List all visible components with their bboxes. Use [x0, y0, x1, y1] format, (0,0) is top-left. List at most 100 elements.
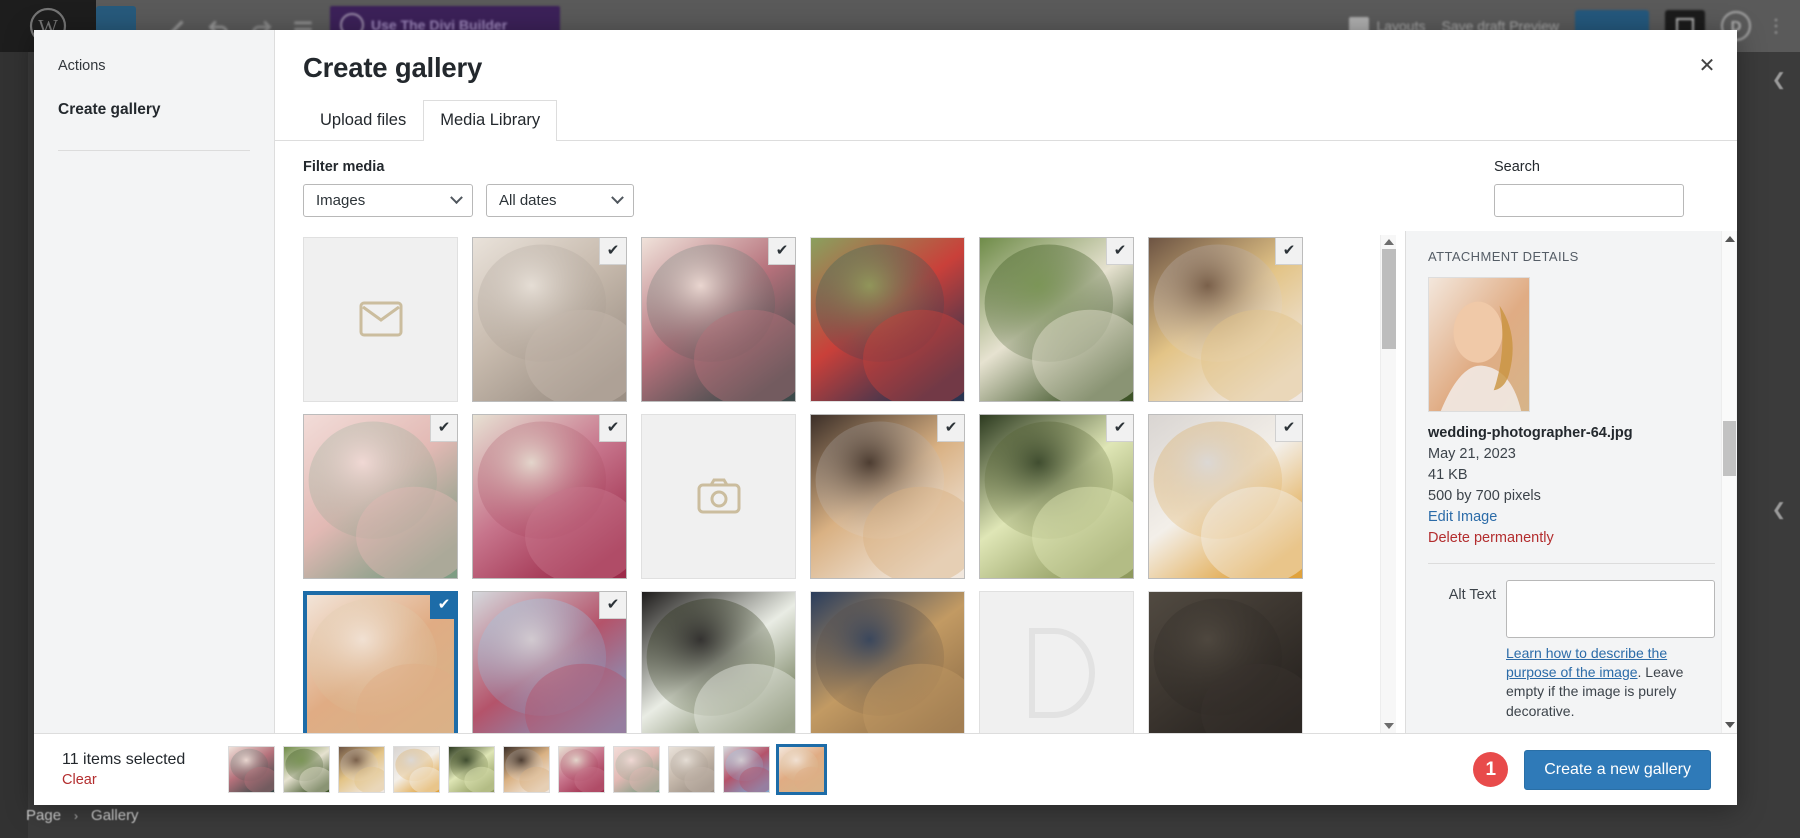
attachment-details-heading: ATTACHMENT DETAILS — [1428, 249, 1715, 264]
media-thumbnail — [642, 592, 795, 733]
expand-right-icon[interactable]: ❮ — [1772, 500, 1786, 520]
scroll-up-arrow-icon[interactable] — [1725, 236, 1735, 242]
page-title: Create gallery — [303, 52, 1709, 84]
attachment-filename: wedding-photographer-64.jpg — [1428, 423, 1715, 444]
alt-text-field[interactable] — [1506, 580, 1715, 638]
divi-logo-icon — [980, 592, 1133, 733]
media-item-red-bouquet[interactable] — [810, 237, 965, 402]
media-item-hands-bouquet[interactable] — [641, 591, 796, 733]
selection-thumb-wedding-cake[interactable] — [393, 746, 440, 793]
media-item-couple-portrait[interactable]: ✔ — [1148, 237, 1303, 402]
tab-upload-files[interactable]: Upload files — [303, 100, 423, 141]
checkmark-icon[interactable]: ✔ — [937, 414, 965, 442]
media-item-couple-embrace[interactable]: ✔ — [810, 414, 965, 579]
sidebar-item-create-gallery[interactable]: Create gallery — [58, 101, 250, 119]
media-item-bride-smiling[interactable]: ✔ — [303, 591, 458, 733]
selection-thumb-bride-smiling[interactable] — [778, 746, 825, 793]
media-item-hanging-cake[interactable]: ✔ — [979, 237, 1134, 402]
scrollbar-thumb[interactable] — [1723, 421, 1736, 476]
media-item-bride-flowers[interactable]: ✔ — [979, 414, 1134, 579]
checkmark-icon[interactable]: ✔ — [1106, 237, 1134, 265]
selection-thumb-bride-kiss[interactable] — [228, 746, 275, 793]
breadcrumb-item-gallery[interactable]: Gallery — [91, 807, 139, 824]
attachment-dimensions: 500 by 700 pixels — [1428, 486, 1715, 507]
selection-thumb-bride-flowers[interactable] — [448, 746, 495, 793]
footer-actions: 1 Create a new gallery — [1473, 750, 1711, 790]
media-item-placeholder-envelope[interactable] — [303, 237, 458, 402]
search-input[interactable] — [1494, 184, 1684, 217]
attachment-thumbnail — [1428, 277, 1530, 412]
tab-media-library[interactable]: Media Library — [423, 100, 557, 141]
media-type-select[interactable]: Images — [303, 184, 473, 217]
close-icon[interactable]: ✕ — [1685, 44, 1729, 88]
media-thumbnail — [811, 592, 964, 733]
alt-text-row: Alt Text — [1428, 580, 1715, 638]
breadcrumb: Page › Gallery — [26, 807, 139, 824]
library-area: ✔ ✔ ✔ — [275, 231, 1737, 733]
breadcrumb-item-page[interactable]: Page — [26, 807, 61, 824]
checkmark-icon[interactable]: ✔ — [430, 414, 458, 442]
media-grid: ✔ ✔ ✔ — [303, 231, 1405, 733]
attachment-details-panel: ATTACHMENT DETAILS — [1405, 231, 1737, 733]
scroll-up-arrow-icon[interactable] — [1384, 239, 1394, 245]
scroll-down-arrow-icon[interactable] — [1384, 723, 1394, 729]
create-a-new-gallery-button[interactable]: Create a new gallery — [1524, 750, 1711, 790]
envelope-icon — [304, 238, 457, 401]
checkmark-icon[interactable]: ✔ — [430, 591, 458, 619]
filter-media-label: Filter media — [303, 159, 1494, 175]
scrollbar-thumb[interactable] — [1382, 249, 1396, 349]
media-item-earring-detail[interactable]: ✔ — [303, 414, 458, 579]
media-item-wedding-cake[interactable]: ✔ — [1148, 414, 1303, 579]
attachment-details-top: wedding-photographer-64.jpg May 21, 2023… — [1428, 277, 1715, 549]
media-item-bride-kiss[interactable]: ✔ — [641, 237, 796, 402]
alt-text-label: Alt Text — [1428, 580, 1496, 603]
media-date-value: All dates — [499, 192, 557, 209]
media-item-desert[interactable] — [810, 591, 965, 733]
selection-thumb-earring-detail[interactable] — [613, 746, 660, 793]
actions-sidebar: Actions Create gallery — [34, 30, 275, 733]
checkmark-icon[interactable]: ✔ — [768, 237, 796, 265]
checkmark-icon[interactable]: ✔ — [1275, 414, 1303, 442]
selection-thumb-couple-portrait[interactable] — [338, 746, 385, 793]
media-modal-footer: 11 items selected Clear — [34, 733, 1737, 805]
breadcrumb-separator-icon: › — [74, 809, 78, 823]
details-scrollbar[interactable] — [1721, 231, 1736, 733]
editor-left-strip — [0, 52, 28, 838]
media-item-placeholder-divi[interactable] — [979, 591, 1134, 733]
delete-permanently-link[interactable]: Delete permanently — [1428, 528, 1715, 549]
selection-thumb-hanging-cake[interactable] — [283, 746, 330, 793]
chevron-down-icon — [611, 191, 624, 204]
checkmark-icon[interactable]: ✔ — [599, 237, 627, 265]
selection-thumb-white-bouquet[interactable] — [558, 746, 605, 793]
media-item-couple-field[interactable]: ✔ — [472, 237, 627, 402]
more-options-icon[interactable]: ⋮ — [1767, 16, 1786, 37]
selection-thumb-couple-embrace[interactable] — [503, 746, 550, 793]
scroll-down-arrow-icon[interactable] — [1725, 722, 1735, 728]
alt-text-help: Learn how to describe the purpose of the… — [1506, 644, 1715, 721]
media-date-select[interactable]: All dates — [486, 184, 634, 217]
edit-image-link[interactable]: Edit Image — [1428, 507, 1715, 528]
search-label: Search — [1494, 159, 1684, 175]
media-item-dark-photo[interactable] — [1148, 591, 1303, 733]
selection-thumbnail-strip — [228, 746, 1455, 793]
media-item-placeholder-camera[interactable] — [641, 414, 796, 579]
attachment-date: May 21, 2023 — [1428, 444, 1715, 465]
media-grid-column: ✔ ✔ ✔ — [275, 231, 1405, 733]
chevron-down-icon — [450, 191, 463, 204]
selection-thumb-couple-street[interactable] — [723, 746, 770, 793]
checkmark-icon[interactable]: ✔ — [599, 591, 627, 619]
selection-thumb-couple-field[interactable] — [668, 746, 715, 793]
checkmark-icon[interactable]: ✔ — [1106, 414, 1134, 442]
checkmark-icon[interactable]: ✔ — [1275, 237, 1303, 265]
clear-selection-link[interactable]: Clear — [62, 772, 97, 788]
sidebar-divider — [58, 150, 250, 151]
media-modal-body: Actions Create gallery Create gallery Up… — [34, 30, 1737, 733]
media-toolbar: Filter media Images All dates Search — [275, 141, 1737, 217]
media-item-white-bouquet[interactable]: ✔ — [472, 414, 627, 579]
media-item-couple-street[interactable]: ✔ — [472, 591, 627, 733]
collapse-right-icon[interactable]: ❮ — [1772, 70, 1786, 90]
attachment-filesize: 41 KB — [1428, 465, 1715, 486]
media-type-value: Images — [316, 192, 365, 209]
checkmark-icon[interactable]: ✔ — [599, 414, 627, 442]
media-grid-scrollbar[interactable] — [1380, 235, 1396, 733]
